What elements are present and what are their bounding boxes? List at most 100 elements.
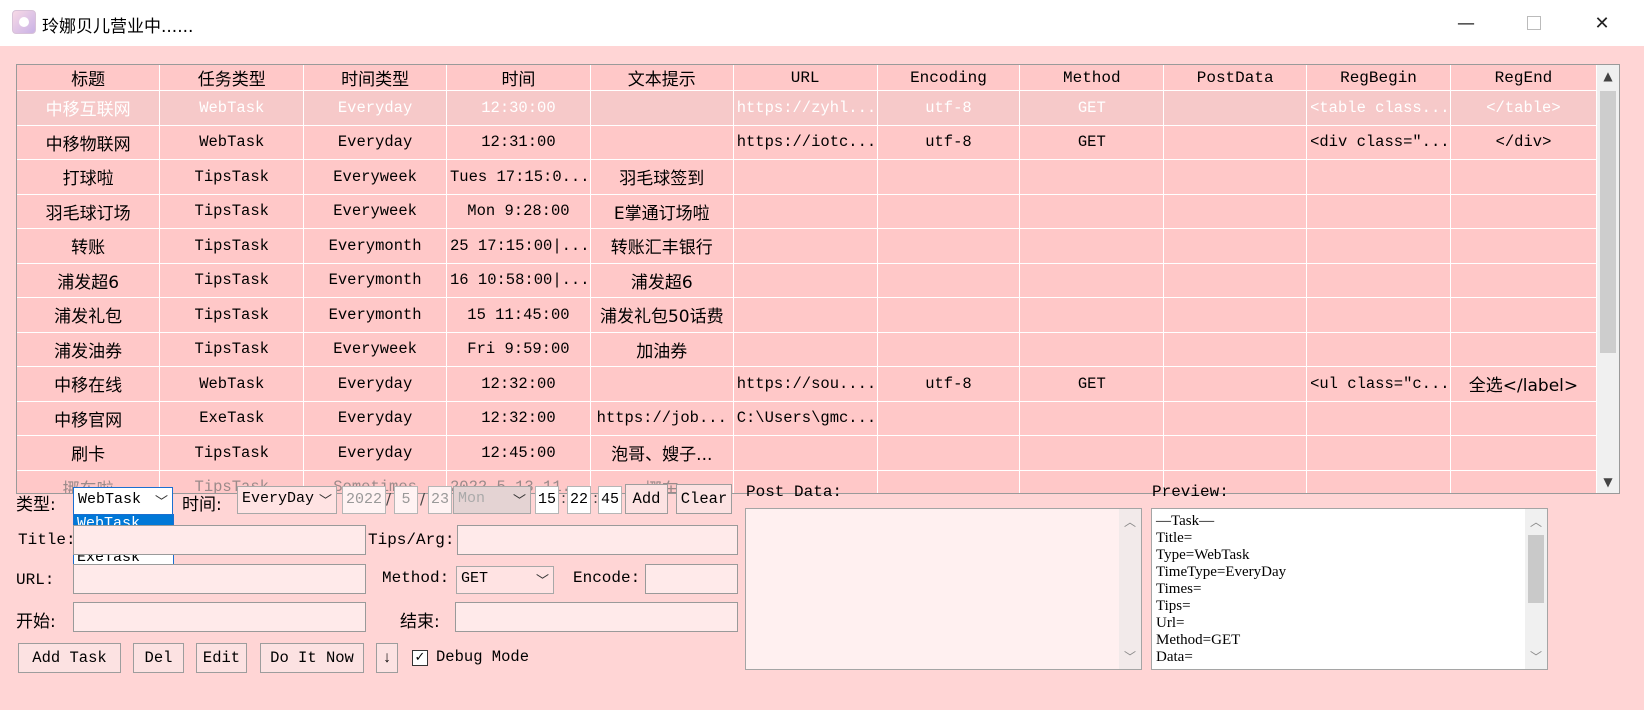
tips-arg-label: Tips/Arg: xyxy=(368,531,455,549)
table-row[interactable]: 转账 TipsTask Everymonth 25 17:15:00|... 转账汇丰银… xyxy=(17,228,1598,264)
preview-scrollbar[interactable]: ︿ ﹀ xyxy=(1525,509,1547,669)
do-it-now-button[interactable]: Do It Now xyxy=(260,643,364,673)
add-time-button[interactable]: Add xyxy=(625,484,668,514)
table-row[interactable]: 浦发礼包 TipsTask Everymonth 15 11:45:00 浦发礼包50话… xyxy=(17,297,1598,333)
table-header: 标题 任务类型 时间类型 时间 文本提示 URL Encoding Method PostDat… xyxy=(17,65,1598,91)
column-header[interactable]: 任务类型 xyxy=(159,65,305,91)
table-cell xyxy=(1019,297,1165,333)
column-header[interactable]: RegEnd xyxy=(1450,65,1598,91)
task-grid[interactable]: 标题 任务类型 时间类型 时间 文本提示 URL Encoding Method PostDat… xyxy=(16,64,1620,494)
table-cell: Everyday xyxy=(303,366,447,402)
table-cell: 加油券 xyxy=(590,332,734,367)
add-task-button[interactable]: Add Task xyxy=(18,643,121,673)
table-cell: GET xyxy=(1019,90,1165,126)
table-row[interactable]: 中移官网 ExeTask Everyday 12:32:00 https://job..… xyxy=(17,401,1598,436)
scroll-down-icon[interactable]: ▼ xyxy=(1597,471,1619,493)
begin-input[interactable] xyxy=(73,602,366,632)
tips-arg-input[interactable] xyxy=(457,525,738,555)
column-header[interactable]: 时间 xyxy=(446,65,591,91)
minimize-button[interactable]: — xyxy=(1432,0,1500,46)
scroll-up-icon[interactable]: ︿ xyxy=(1525,513,1547,530)
table-cell: https://job... xyxy=(590,401,734,436)
method-select[interactable]: GET ﹀ xyxy=(456,566,554,594)
table-cell: 刷卡 xyxy=(17,435,161,471)
table-cell: utf-8 xyxy=(877,90,1021,126)
grid-scrollbar[interactable]: ▲ ▼ xyxy=(1597,65,1619,493)
table-cell: 15 11:45:00 xyxy=(446,297,591,333)
time-type-select[interactable]: EveryDay ﹀ xyxy=(237,486,337,514)
hour-input[interactable]: 15 xyxy=(535,486,559,514)
move-down-button[interactable]: ↓ xyxy=(376,643,398,673)
table-cell xyxy=(1450,297,1598,333)
second-input[interactable]: 45 xyxy=(598,486,622,514)
table-row[interactable]: 刷卡 TipsTask Everyday 12:45:00 泡哥、嫂子... xyxy=(17,435,1598,471)
title-input[interactable] xyxy=(73,525,366,555)
post-data-scrollbar[interactable]: ︿ ﹀ xyxy=(1119,509,1141,669)
end-input[interactable] xyxy=(455,602,738,632)
table-row[interactable]: 浦发超6 TipsTask Everymonth 16 10:58:00|... 浦发超… xyxy=(17,263,1598,298)
scroll-down-icon[interactable]: ﹀ xyxy=(1119,648,1141,665)
scroll-thumb[interactable] xyxy=(1600,91,1616,353)
table-row[interactable]: 打球啦 TipsTask Everyweek Tues 17:15:0... 羽毛球签到 xyxy=(17,159,1598,195)
column-header[interactable]: Encoding xyxy=(877,65,1021,91)
table-cell xyxy=(590,90,734,126)
column-header[interactable]: RegBegin xyxy=(1306,65,1451,91)
minute-input[interactable]: 22 xyxy=(567,486,591,514)
column-header[interactable]: 时间类型 xyxy=(303,65,447,91)
table-row[interactable]: 中移物联网 WebTask Everyday 12:31:00 https://iotc… xyxy=(17,125,1598,160)
weekday-select[interactable]: Mon ﹀ xyxy=(453,486,531,514)
table-cell: https://sou.... xyxy=(733,366,878,402)
column-header[interactable]: Method xyxy=(1019,65,1165,91)
table-cell: </table> xyxy=(1450,90,1598,126)
column-header[interactable]: URL xyxy=(733,65,878,91)
table-row[interactable]: 中移互联网 WebTask Everyday 12:30:00 https://zyhl… xyxy=(17,90,1598,126)
scroll-down-icon[interactable]: ﹀ xyxy=(1525,648,1547,665)
maximize-button[interactable] xyxy=(1500,0,1568,46)
table-cell: TipsTask xyxy=(159,194,305,229)
table-cell: 12:31:00 xyxy=(446,125,591,160)
title-bar: 玲娜贝儿营业中...... — ✕ xyxy=(0,0,1644,46)
table-cell: Everymonth xyxy=(303,263,447,298)
debug-mode-label: Debug Mode xyxy=(436,648,530,666)
method-label: Method: xyxy=(382,569,450,587)
table-cell xyxy=(1450,228,1598,264)
encode-input[interactable] xyxy=(645,564,738,594)
table-row[interactable]: 中移在线 WebTask Everyday 12:32:00 https://sou..… xyxy=(17,366,1598,402)
column-header[interactable]: 标题 xyxy=(17,65,161,91)
table-row[interactable]: 羽毛球订场 TipsTask Everyweek Mon 9:28:00 E掌通订场啦 xyxy=(17,194,1598,229)
day-input[interactable]: 23 xyxy=(428,486,452,514)
table-cell: 12:30:00 xyxy=(446,90,591,126)
year-input[interactable]: 2022 xyxy=(342,486,386,514)
preview-label: Preview: xyxy=(1152,483,1229,501)
column-header[interactable]: 文本提示 xyxy=(590,65,734,91)
debug-mode-checkbox[interactable]: ✓ xyxy=(412,650,428,666)
table-cell: Fri 9:59:00 xyxy=(446,332,591,367)
clear-button[interactable]: Clear xyxy=(676,484,732,514)
table-cell: utf-8 xyxy=(877,125,1021,160)
table-cell xyxy=(1450,470,1598,493)
scroll-thumb[interactable] xyxy=(1528,535,1544,603)
del-button[interactable]: Del xyxy=(133,643,184,673)
table-cell: Tues 17:15:0... xyxy=(446,159,591,195)
table-cell: TipsTask xyxy=(159,297,305,333)
begin-label: 开始: xyxy=(16,612,56,632)
url-input[interactable] xyxy=(73,564,366,594)
table-row[interactable]: 浦发油券 TipsTask Everyweek Fri 9:59:00 加油券 xyxy=(17,332,1598,367)
scroll-up-icon[interactable]: ▲ xyxy=(1597,65,1619,87)
post-data-textarea[interactable]: ︿ ﹀ xyxy=(745,508,1142,670)
preview-textarea[interactable]: —Task— Title= Type=WebTask TimeType=Ever… xyxy=(1151,508,1548,670)
table-cell xyxy=(877,332,1021,367)
column-header[interactable]: PostData xyxy=(1163,65,1308,91)
arrow-down-icon: ↓ xyxy=(382,649,392,667)
preview-content: —Task— Title= Type=WebTask TimeType=Ever… xyxy=(1156,513,1287,665)
client-area: 标题 任务类型 时间类型 时间 文本提示 URL Encoding Method PostDat… xyxy=(0,46,1644,710)
edit-button[interactable]: Edit xyxy=(196,643,247,673)
table-cell: Everyday xyxy=(303,401,447,436)
time-type-value: EveryDay xyxy=(242,490,315,507)
month-input[interactable]: 5 xyxy=(394,486,418,514)
scroll-up-icon[interactable]: ︿ xyxy=(1119,513,1141,530)
method-value: GET xyxy=(461,570,489,587)
post-data-label: Post Data: xyxy=(746,483,843,501)
close-button[interactable]: ✕ xyxy=(1568,0,1636,46)
type-select[interactable]: WebTask ﹀ xyxy=(73,487,173,515)
